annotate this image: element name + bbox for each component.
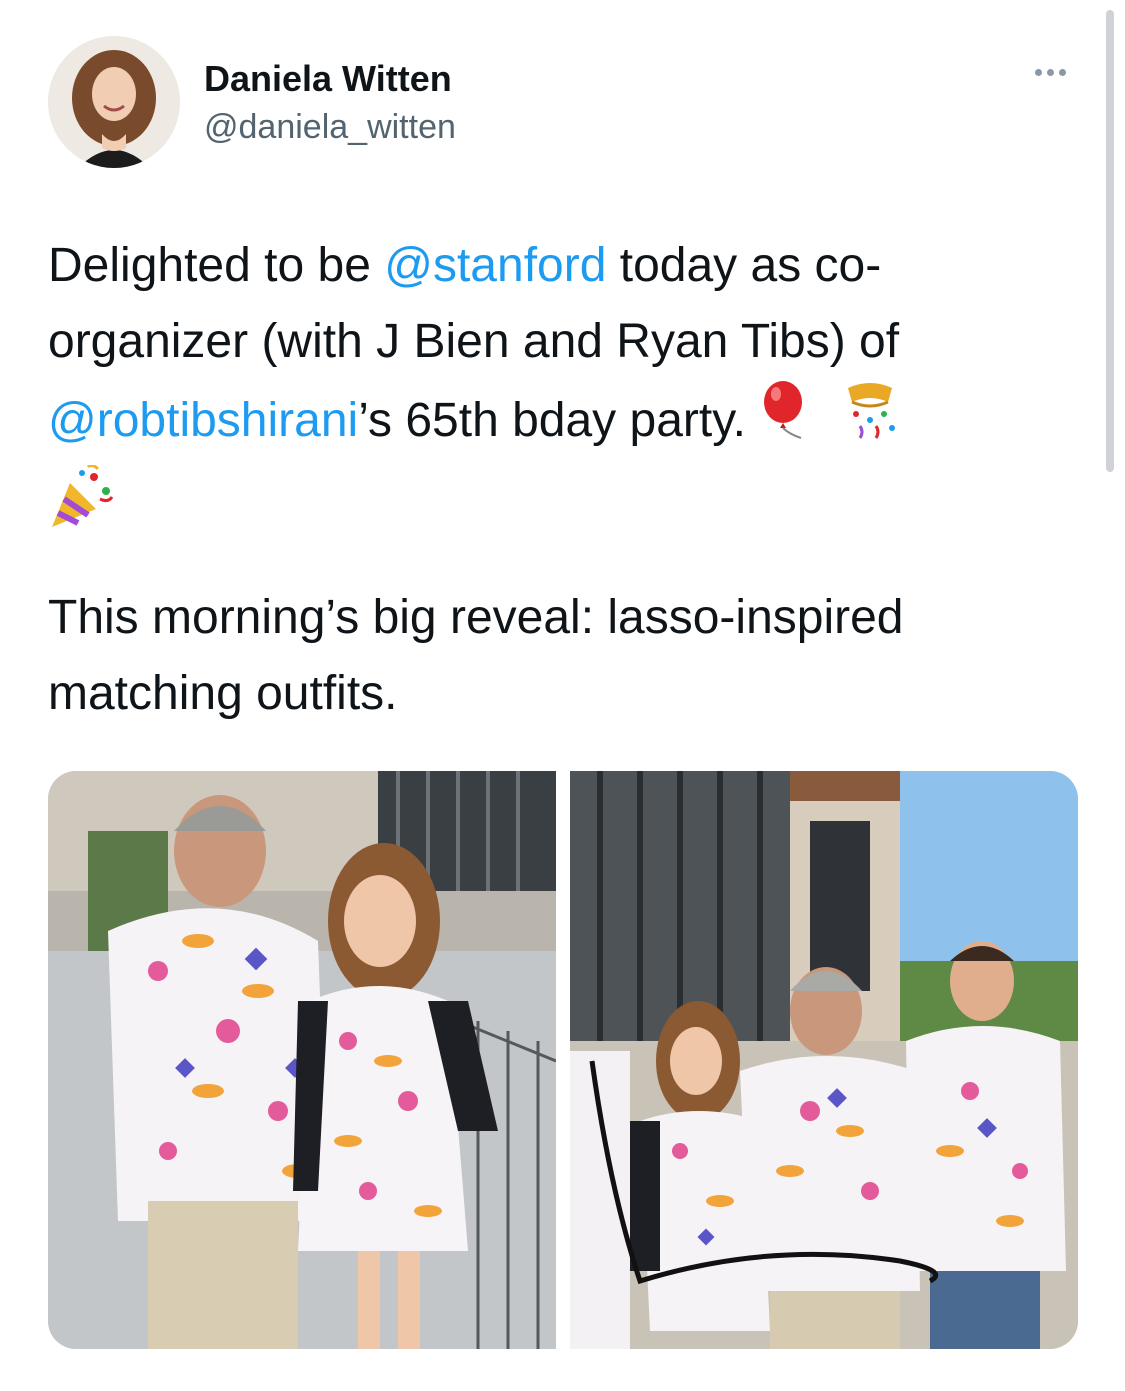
- photo-1[interactable]: [48, 771, 556, 1349]
- avatar[interactable]: [48, 36, 180, 168]
- author-handle[interactable]: @daniela_witten: [204, 108, 456, 147]
- party-popper-emoji: [48, 463, 118, 554]
- dot: [1046, 68, 1054, 76]
- more-options-icon[interactable]: [1028, 62, 1072, 82]
- tweet-header: Daniela Witten @daniela_witten: [48, 36, 1078, 168]
- balloon-emoji: [759, 380, 813, 465]
- photo-1-image: [48, 771, 556, 1349]
- tweet-paragraph-1: Delighted to be @stanford today as co-or…: [48, 228, 1078, 554]
- photo-2[interactable]: [570, 771, 1078, 1349]
- avatar-image: [48, 36, 180, 168]
- text-segment: Delighted to be: [48, 239, 385, 292]
- dot: [1058, 68, 1066, 76]
- mention-stanford[interactable]: @stanford: [384, 239, 606, 292]
- media-grid: [48, 771, 1078, 1349]
- dot: [1034, 68, 1042, 76]
- text-segment: ’s 65th bday party.: [358, 394, 760, 447]
- author-display-name[interactable]: Daniela Witten: [204, 58, 452, 100]
- confetti-ball-emoji: [840, 380, 900, 465]
- mention-robtibshirani[interactable]: @robtibshirani: [48, 394, 358, 447]
- photo-2-image: [570, 771, 1078, 1349]
- scrollbar[interactable]: [1106, 10, 1114, 472]
- tweet-text: Delighted to be @stanford today as co-or…: [48, 228, 1078, 732]
- tweet-paragraph-2: This morning’s big reveal: lasso-inspire…: [48, 591, 904, 720]
